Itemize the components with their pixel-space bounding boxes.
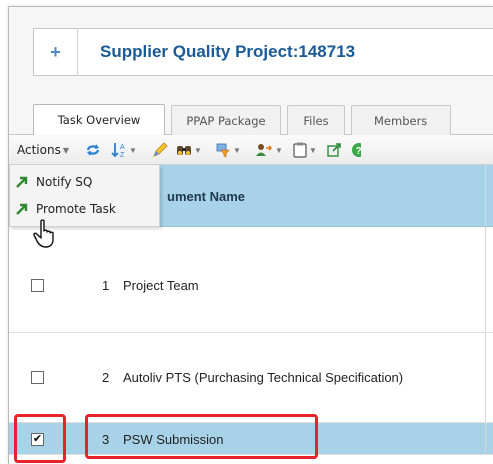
export-icon (327, 142, 341, 157)
chevron-down-icon: ▼ (129, 145, 137, 155)
edit-icon (153, 142, 168, 157)
row-number: 2 (102, 370, 110, 385)
plus-icon: + (50, 41, 61, 62)
column-header-document-name[interactable]: ument Name (167, 189, 245, 204)
chevron-down-icon: ▼ (309, 145, 317, 155)
column-divider (485, 423, 486, 454)
assign-button[interactable]: ▼ (255, 141, 283, 159)
chevron-down-icon: ▼ (194, 145, 202, 155)
project-title-bar: + Supplier Quality Project:148713 (33, 28, 493, 76)
row-checkbox[interactable] (31, 371, 44, 384)
chevron-down-icon: ▼ (233, 145, 241, 155)
clipboard-icon (293, 142, 307, 158)
clipboard-button[interactable]: ▼ (293, 141, 317, 159)
toolbar: Actions ▼ A Z ▼ ▼ ▼ ▼ ▼ ? (9, 135, 493, 165)
tab-strip: Task Overview PPAP Package Files Members (9, 83, 493, 135)
tab-task-overview[interactable]: Task Overview (33, 104, 165, 135)
table-row[interactable]: 2 Autoliv PTS (Purchasing Technical Spec… (9, 333, 493, 423)
tab-label: Task Overview (57, 113, 141, 127)
menu-item-promote-task[interactable]: Promote Task (14, 197, 159, 221)
arrow-icon (16, 176, 28, 188)
svg-text:?: ? (356, 146, 362, 157)
column-divider (485, 227, 486, 332)
app-window: + Supplier Quality Project:148713 Task O… (8, 6, 493, 464)
view-button[interactable]: ▼ (215, 141, 241, 159)
highlight-checkbox (14, 414, 66, 463)
sort-button[interactable]: A Z ▼ (111, 141, 137, 159)
refresh-icon (86, 144, 100, 156)
row-checkbox[interactable] (31, 279, 44, 292)
sort-icon: A Z (111, 143, 125, 158)
assign-icon (256, 144, 273, 156)
chevron-down-icon: ▼ (275, 145, 283, 155)
hand-cursor-icon (33, 219, 54, 248)
tab-ppap-package[interactable]: PPAP Package (171, 105, 281, 135)
tab-label: Files (303, 113, 329, 128)
row-document-name: Autoliv PTS (Purchasing Technical Specif… (123, 370, 404, 385)
export-button[interactable] (327, 141, 342, 159)
arrow-icon (16, 203, 28, 215)
tab-label: PPAP Package (186, 113, 266, 128)
tab-members[interactable]: Members (351, 105, 451, 135)
help-button[interactable]: ? (349, 141, 361, 159)
filter-icon (216, 143, 230, 158)
column-divider (485, 333, 486, 422)
svg-text:A: A (120, 144, 125, 151)
add-button[interactable]: + (34, 29, 78, 75)
find-button[interactable]: ▼ (176, 141, 202, 159)
column-divider (485, 165, 486, 226)
refresh-button[interactable] (85, 141, 101, 159)
row-number: 1 (102, 278, 110, 293)
tab-label: Members (374, 113, 428, 128)
actions-dropdown-menu: Notify SQ Promote Task (9, 165, 160, 227)
highlight-task-name (85, 414, 318, 459)
page-title: Supplier Quality Project:148713 (100, 42, 356, 61)
actions-label: Actions (17, 143, 61, 157)
menu-item-label: Notify SQ (36, 175, 93, 189)
svg-text:Z: Z (120, 152, 125, 158)
menu-item-notify-sq[interactable]: Notify SQ (14, 170, 159, 194)
binoculars-icon (177, 146, 191, 155)
row-document-name: Project Team (123, 278, 199, 293)
menu-item-label: Promote Task (36, 202, 116, 216)
chevron-down-icon: ▼ (62, 145, 69, 155)
actions-menu-button[interactable]: Actions ▼ (15, 140, 71, 160)
edit-button[interactable] (152, 141, 168, 159)
project-header: + Supplier Quality Project:148713 (9, 7, 493, 83)
help-icon: ? (352, 143, 362, 157)
tab-files[interactable]: Files (287, 105, 345, 135)
table-row[interactable]: 1 Project Team (9, 227, 493, 333)
